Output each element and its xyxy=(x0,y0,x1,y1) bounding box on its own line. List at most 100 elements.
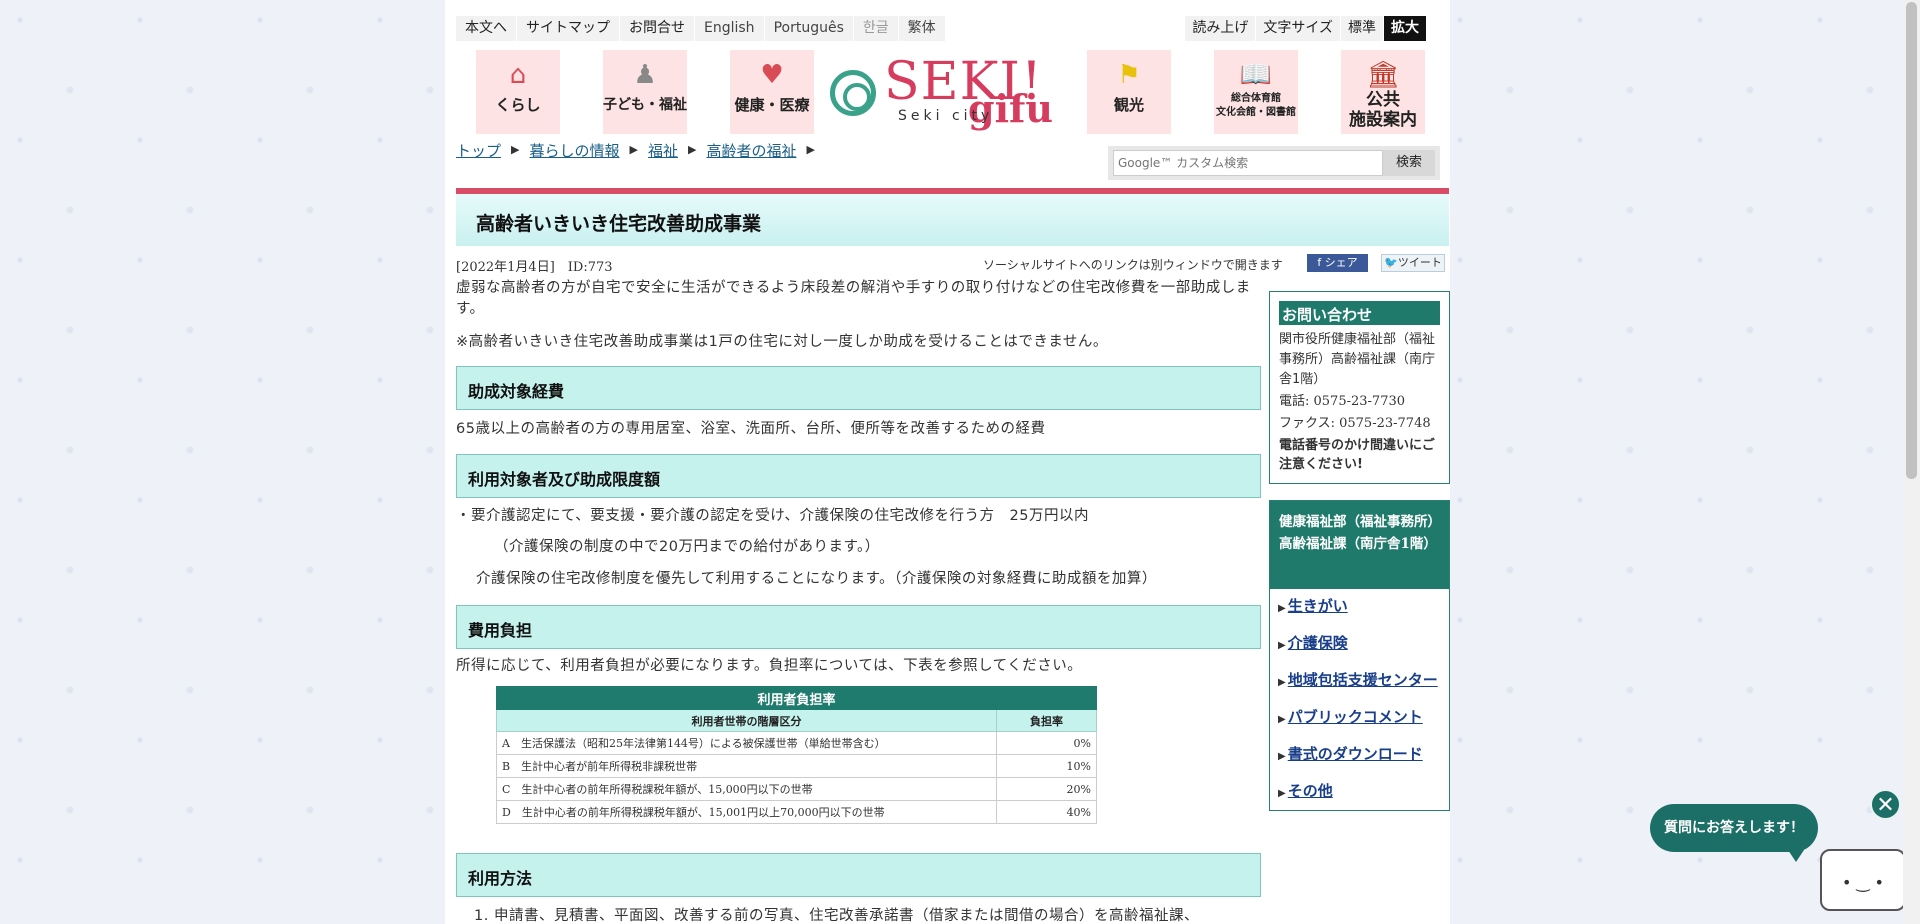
related-link-label: 介護保険 xyxy=(1287,634,1348,652)
social-link-note: ソーシャルサイトへのリンクは別ウィンドウで開きます xyxy=(983,258,1283,272)
eligibility-line: 介護保険の住宅改修制度を優先して利用することになります。（介護保険の対象経費に助… xyxy=(476,571,1157,587)
contact-heading: お問い合わせ xyxy=(1279,301,1440,325)
arrow-right-icon: ▶ xyxy=(1278,640,1286,651)
house-icon: ⌂ xyxy=(509,60,527,90)
nav-tile-sports-culture[interactable]: 📖 総合体育館 文化会館・図書館 xyxy=(1214,50,1298,134)
twitter-bird-icon: 🐦 xyxy=(1384,256,1398,269)
nav-tile-label: 総合体育館 xyxy=(1231,93,1281,104)
page-scrollbar[interactable] xyxy=(1903,0,1920,924)
contact-box: お問い合わせ 関市役所健康福祉部（福祉事務所）高齢福祉課（南庁舎1階） 電話: … xyxy=(1269,291,1450,484)
nav-tile-kenko[interactable]: ♥ 健康・医療 xyxy=(730,50,814,134)
section-heading-eligibility: 利用対象者及び助成限度額 xyxy=(456,454,1261,498)
search-button[interactable]: 検索 xyxy=(1383,150,1435,176)
related-link[interactable]: ▶ 地域包括支援センター xyxy=(1278,669,1443,694)
chat-close-icon[interactable]: ✕ xyxy=(1870,789,1901,820)
font-size-large-button[interactable]: 拡大 xyxy=(1383,16,1426,41)
related-link-label: 地域包括支援センター xyxy=(1287,671,1438,689)
arrow-right-icon: ▶ xyxy=(1278,603,1286,614)
how-to-apply-item: 1. 申請書、見積書、平面図、改善する前の写真、住宅改善承諾書（借家または間借の… xyxy=(474,908,1199,924)
nav-tile-kurashi[interactable]: ⌂ くらし xyxy=(476,50,560,134)
related-link-label: その他 xyxy=(1287,782,1333,800)
heart-icon: ♥ xyxy=(760,60,784,90)
skip-to-content-link[interactable]: 本文へ xyxy=(456,16,517,41)
lang-chinese-link[interactable]: 繁体 xyxy=(898,16,946,41)
table-cell: 40% xyxy=(996,800,1097,824)
main-content: 虚弱な高齢者の方が自宅で安全に生活ができるよう床段差の解消や手すりの取り付けなど… xyxy=(456,278,1261,924)
section-heading-eligible-costs: 助成対象経費 xyxy=(456,366,1261,410)
burden-rate-table: 利用者負担率 利用者世帯の階層区分 負担率 A 生活保護法（昭和25年法律第14… xyxy=(496,686,1097,824)
utility-nav-left: 本文へ サイトマップ お問合せ English Português 한글 繁体 xyxy=(456,16,946,41)
nav-tile-kanko[interactable]: ⚑ 観光 xyxy=(1087,50,1171,134)
notice-text: ※高齢者いきいき住宅改善助成事業は1戸の住宅に対し一度しか助成を受けることはでき… xyxy=(456,334,1108,350)
related-link[interactable]: ▶ 書式のダウンロード xyxy=(1278,743,1443,768)
table-row: C 生計中心者の前年所得税課税年額が、15,000円以下の世帯 20% xyxy=(496,777,1097,801)
parent-child-icon: ♟ xyxy=(633,60,657,90)
table-cell: 20% xyxy=(996,777,1097,801)
arrow-right-icon: ▶ xyxy=(1278,714,1286,725)
nav-tile-kodomo[interactable]: ♟ 子ども・福祉 xyxy=(603,50,687,134)
font-size-standard-button[interactable]: 標準 xyxy=(1340,16,1383,41)
chatbot-mascot-icon[interactable] xyxy=(1820,849,1906,911)
related-link[interactable]: ▶ その他 xyxy=(1278,780,1443,805)
arrow-right-icon: ▶ xyxy=(1278,751,1286,762)
nav-tile-label: 観光 xyxy=(1113,96,1144,114)
table-cell: B 生計中心者が前年所得税非課税世帯 xyxy=(496,754,997,778)
section-body-cost-burden: 所得に応じて、利用者負担が必要になります。負担率については、下表を参照してくださ… xyxy=(456,658,1083,674)
related-link[interactable]: ▶ 生きがい xyxy=(1278,595,1443,620)
related-links-box: 健康福祉部（福祉事務所）高齢福祉課（南庁舎1階） ▶ 生きがい ▶ 介護保険 ▶ 地域… xyxy=(1269,500,1450,811)
related-link-label: パブリックコメント xyxy=(1287,708,1423,726)
nav-tile-label: 子ども・福祉 xyxy=(603,97,687,113)
page-title-bar: 高齢者いきいき住宅改善助成事業 xyxy=(456,188,1449,246)
contact-fax: ファクス: 0575-23-7748 xyxy=(1279,416,1431,431)
table-header: 負担率 xyxy=(996,709,1097,732)
table-row: D 生計中心者の前年所得税課税年額が、15,001円以上70,000円以下の世帯… xyxy=(496,800,1097,824)
section-body-eligible-costs: 65歳以上の高齢者の方の専用居室、浴室、洗面所、台所、便所等を改善するための経費 xyxy=(456,421,1046,437)
table-cell: 0% xyxy=(996,731,1097,755)
nav-tile-label: 健康・医療 xyxy=(734,96,810,114)
twitter-tweet-button[interactable]: 🐦ツイート xyxy=(1381,254,1445,272)
sitemap-link[interactable]: サイトマップ xyxy=(517,16,620,41)
building-icon: 🏛 xyxy=(1366,60,1400,90)
related-link[interactable]: ▶ 介護保険 xyxy=(1278,632,1443,657)
breadcrumb-arrow-icon: ▶ xyxy=(511,143,520,156)
breadcrumb-arrow-icon: ▶ xyxy=(687,143,697,156)
search-input[interactable] xyxy=(1113,150,1383,176)
breadcrumb-arrow-icon: ▶ xyxy=(629,143,638,156)
breadcrumb-top-link[interactable]: トップ xyxy=(456,140,501,161)
table-caption: 利用者負担率 xyxy=(496,686,1097,710)
table-cell: D 生計中心者の前年所得税課税年額が、15,001円以上70,000円以下の世帯 xyxy=(496,800,997,824)
lang-english-link[interactable]: English xyxy=(695,16,765,41)
table-header: 利用者世帯の階層区分 xyxy=(496,709,997,732)
nav-tile-public-facilities[interactable]: 🏛 公共 施設案内 xyxy=(1341,50,1425,134)
tweet-label: ツイート xyxy=(1397,256,1442,269)
contact-dept: 関市役所健康福祉部（福祉事務所）高齢福祉課（南庁舎1階） xyxy=(1279,332,1436,387)
related-link[interactable]: ▶ パブリックコメント xyxy=(1278,706,1443,731)
contact-tel: 電話: 0575-23-7730 xyxy=(1279,394,1406,409)
intro-text: 虚弱な高齢者の方が自宅で安全に生活ができるよう床段差の解消や手すりの取り付けなど… xyxy=(456,280,1251,317)
table-cell: A 生活保護法（昭和25年法律第144号）による被保護世帯（単給世帯含む） xyxy=(496,731,997,755)
facebook-share-button[interactable]: f シェア xyxy=(1307,254,1368,272)
section-heading-cost-burden: 費用負担 xyxy=(456,605,1261,649)
nav-tile-label: くらし xyxy=(495,96,541,114)
table-row: B 生計中心者が前年所得税非課税世帯 10% xyxy=(496,754,1097,778)
related-links-list: ▶ 生きがい ▶ 介護保険 ▶ 地域包括支援センター ▶ パブリックコメント ▶ 書式のダ… xyxy=(1270,589,1449,805)
breadcrumb-welfare-link[interactable]: 福祉 xyxy=(648,140,678,161)
page-title: 高齢者いきいき住宅改善助成事業 xyxy=(476,213,762,235)
related-link-label: 生きがい xyxy=(1287,597,1348,615)
related-heading: 健康福祉部（福祉事務所）高齢福祉課（南庁舎1階） xyxy=(1270,501,1449,589)
contact-link[interactable]: お問合せ xyxy=(620,16,695,41)
breadcrumb-living-link[interactable]: 暮らしの情報 xyxy=(529,140,619,161)
read-aloud-button[interactable]: 読み上げ xyxy=(1184,16,1256,41)
table-row: A 生活保護法（昭和25年法律第144号）による被保護世帯（単給世帯含む） 0% xyxy=(496,731,1097,755)
breadcrumb-elderly-link[interactable]: 高齢者の福祉 xyxy=(706,140,796,161)
seki-city-logo[interactable]: SEKI! gifu Seki city xyxy=(828,48,1068,138)
table-cell: C 生計中心者の前年所得税課税年額が、15,000円以下の世帯 xyxy=(496,777,997,801)
site-search: 検索 xyxy=(1108,146,1440,180)
chat-prompt-bubble[interactable]: 質問にお答えします！ xyxy=(1650,804,1818,862)
scrollbar-thumb[interactable] xyxy=(1906,2,1917,479)
flag-icon: ⚑ xyxy=(1117,60,1141,90)
font-size-label: 文字サイズ xyxy=(1255,16,1340,41)
lang-korean-link[interactable]: 한글 xyxy=(853,16,899,41)
lang-portuguese-link[interactable]: Português xyxy=(764,16,854,41)
breadcrumb-arrow-icon: ▶ xyxy=(806,143,815,156)
